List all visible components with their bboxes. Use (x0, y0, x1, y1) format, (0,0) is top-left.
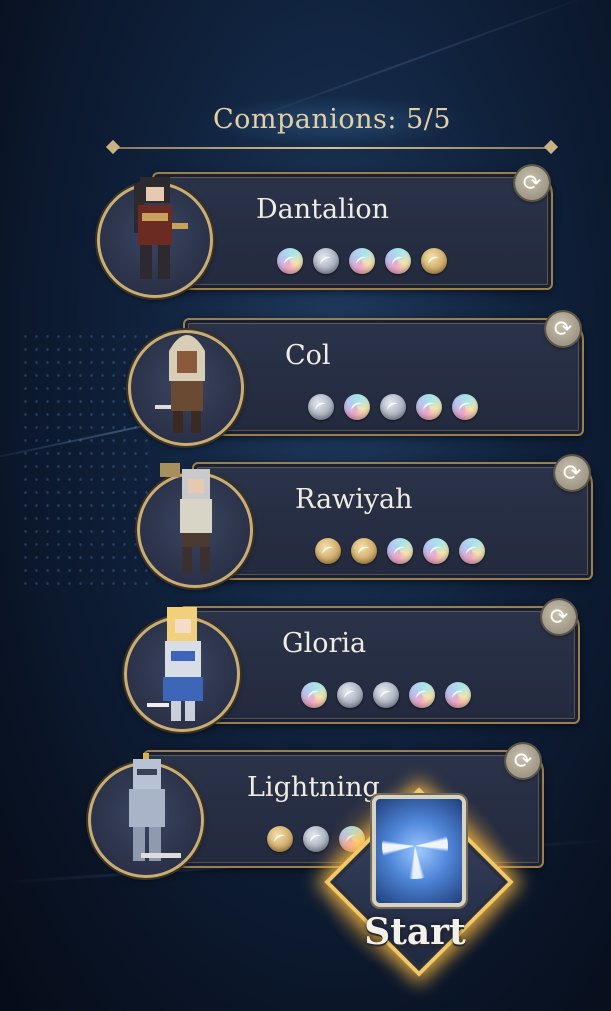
companion-portrait (88, 753, 204, 878)
start-button[interactable]: Start (318, 781, 514, 977)
orb-icon (373, 682, 399, 708)
header-divider (116, 147, 548, 149)
companion-name: Gloria (282, 628, 367, 659)
orb-icon (315, 538, 341, 564)
refresh-icon[interactable]: ⟳ (542, 600, 576, 634)
orb-icon (409, 682, 435, 708)
portal-card (372, 795, 466, 907)
orb-icon (313, 248, 339, 274)
companion-portrait (124, 607, 240, 732)
orb-icon (308, 394, 334, 420)
orb-icon (459, 538, 485, 564)
orb-icon (380, 394, 406, 420)
orb-icon (301, 682, 327, 708)
companion-name: Dantalion (256, 194, 389, 225)
orb-icon (344, 394, 370, 420)
orb-icon (445, 682, 471, 708)
companions-header: Companions: 5/5 (105, 96, 559, 156)
companion-card-gloria[interactable]: Gloria ⟳ (124, 600, 580, 732)
orb-icon (452, 394, 478, 420)
gem-row (301, 682, 471, 708)
orb-icon (277, 248, 303, 274)
start-label: Start (364, 911, 466, 953)
orb-icon (416, 394, 442, 420)
orb-icon (387, 538, 413, 564)
orb-icon (337, 682, 363, 708)
orb-icon (385, 248, 411, 274)
swirl-icon (382, 813, 448, 879)
companion-card-col[interactable]: Col ⟳ (128, 312, 584, 446)
gem-row (315, 538, 485, 564)
refresh-icon[interactable]: ⟳ (546, 312, 580, 346)
companion-card-dantalion[interactable]: Dantalion ⟳ (97, 166, 553, 298)
orb-icon (421, 248, 447, 274)
gem-row (277, 248, 447, 274)
companion-name: Rawiyah (295, 484, 413, 515)
companion-sprite (147, 607, 203, 721)
orb-icon (267, 826, 293, 852)
refresh-icon[interactable]: ⟳ (506, 744, 540, 778)
orb-icon (351, 538, 377, 564)
companion-sprite (134, 177, 188, 279)
companion-sprite (129, 753, 181, 861)
companions-title: Companions: 5/5 (212, 104, 452, 135)
orb-icon (423, 538, 449, 564)
companion-portrait (128, 330, 244, 446)
refresh-icon[interactable]: ⟳ (555, 456, 589, 490)
divider-cap (543, 139, 559, 155)
companion-sprite (160, 463, 212, 573)
gem-row (308, 394, 478, 420)
companion-portrait (97, 177, 213, 298)
companion-name: Col (285, 340, 331, 371)
refresh-icon[interactable]: ⟳ (515, 166, 549, 200)
divider-cap (105, 139, 121, 155)
companion-sprite (155, 335, 205, 433)
companion-card-rawiyah[interactable]: Rawiyah ⟳ (137, 456, 593, 588)
orb-icon (349, 248, 375, 274)
companion-portrait (137, 463, 253, 588)
